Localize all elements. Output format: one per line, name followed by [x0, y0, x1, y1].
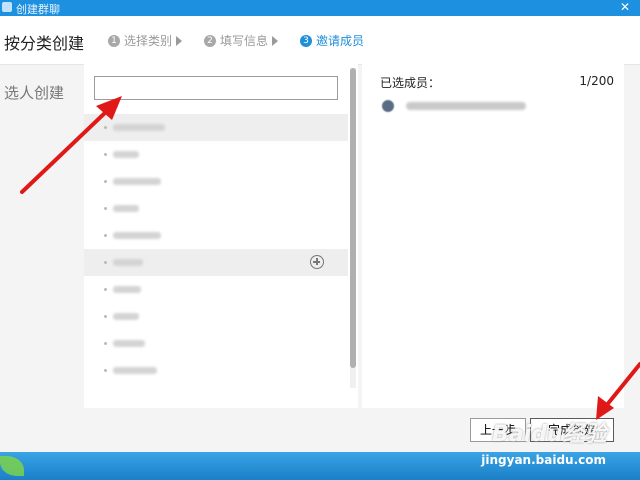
annotation-arrows [20, 96, 640, 420]
red-arrow-to-search [20, 96, 122, 194]
red-arrow-to-finish-button [596, 362, 640, 420]
